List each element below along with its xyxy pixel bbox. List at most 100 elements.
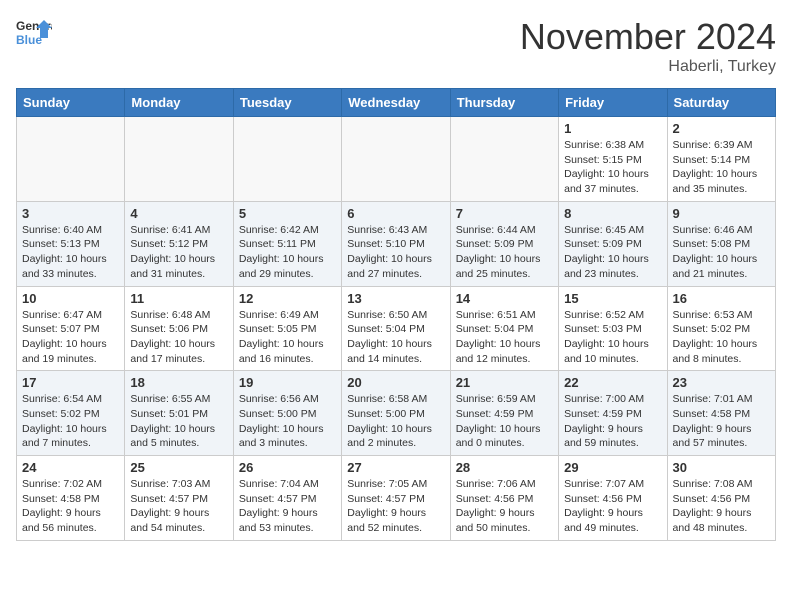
header-saturday: Saturday	[667, 89, 775, 117]
calendar-cell: 18 Sunrise: 6:55 AM Sunset: 5:01 PM Dayli…	[125, 371, 233, 456]
calendar-cell: 11 Sunrise: 6:48 AM Sunset: 5:06 PM Dayli…	[125, 286, 233, 371]
day-number: 19	[239, 375, 336, 390]
day-info: Sunrise: 6:50 AM Sunset: 5:04 PM Dayligh…	[347, 308, 444, 367]
week-row-1: 1Sunrise: 6:38 AM Sunset: 5:15 PM Daylig…	[17, 117, 776, 202]
week-row-4: 17Sunrise: 6:54 AM Sunset: 5:02 PM Dayli…	[17, 371, 776, 456]
day-info: Sunrise: 6:49 AM Sunset: 5:05 PM Dayligh…	[239, 308, 336, 367]
week-row-2: 3Sunrise: 6:40 AM Sunset: 5:13 PM Daylig…	[17, 201, 776, 286]
calendar-cell: 17Sunrise: 6:54 AM Sunset: 5:02 PM Dayli…	[17, 371, 125, 456]
calendar-cell: 2Sunrise: 6:39 AM Sunset: 5:14 PM Daylig…	[667, 117, 775, 202]
day-info: Sunrise: 6:41 AM Sunset: 5:12 PM Dayligh…	[130, 223, 227, 282]
calendar-cell	[233, 117, 341, 202]
title-section: November 2024 Haberli, Turkey	[520, 16, 776, 76]
day-info: Sunrise: 7:05 AM Sunset: 4:57 PM Dayligh…	[347, 477, 444, 536]
day-number: 18	[130, 375, 227, 390]
calendar-cell: 28 Sunrise: 7:06 AM Sunset: 4:56 PM Dayli…	[450, 456, 558, 541]
calendar-cell: 25 Sunrise: 7:03 AM Sunset: 4:57 PM Dayli…	[125, 456, 233, 541]
day-info: Sunrise: 6:52 AM Sunset: 5:03 PM Dayligh…	[564, 308, 661, 367]
day-info: Sunrise: 7:02 AM Sunset: 4:58 PM Dayligh…	[22, 477, 119, 536]
day-number: 29	[564, 460, 661, 475]
day-number: 10	[22, 291, 119, 306]
day-number: 22	[564, 375, 661, 390]
calendar-cell: 29 Sunrise: 7:07 AM Sunset: 4:56 PM Dayli…	[559, 456, 667, 541]
weekday-header-row: Sunday Monday Tuesday Wednesday Thursday…	[17, 89, 776, 117]
day-number: 15	[564, 291, 661, 306]
calendar-cell: 6 Sunrise: 6:43 AM Sunset: 5:10 PM Daylig…	[342, 201, 450, 286]
calendar-cell: 22 Sunrise: 7:00 AM Sunset: 4:59 PM Dayli…	[559, 371, 667, 456]
day-number: 3	[22, 206, 119, 221]
day-info: Sunrise: 7:00 AM Sunset: 4:59 PM Dayligh…	[564, 392, 661, 451]
calendar-cell: 5 Sunrise: 6:42 AM Sunset: 5:11 PM Daylig…	[233, 201, 341, 286]
calendar-cell: 16 Sunrise: 6:53 AM Sunset: 5:02 PM Dayli…	[667, 286, 775, 371]
day-info: Sunrise: 6:58 AM Sunset: 5:00 PM Dayligh…	[347, 392, 444, 451]
calendar-cell: 4 Sunrise: 6:41 AM Sunset: 5:12 PM Daylig…	[125, 201, 233, 286]
day-number: 26	[239, 460, 336, 475]
day-info: Sunrise: 6:39 AM Sunset: 5:14 PM Dayligh…	[673, 138, 770, 197]
day-info: Sunrise: 6:56 AM Sunset: 5:00 PM Dayligh…	[239, 392, 336, 451]
calendar-cell: 15 Sunrise: 6:52 AM Sunset: 5:03 PM Dayli…	[559, 286, 667, 371]
day-number: 28	[456, 460, 553, 475]
day-number: 6	[347, 206, 444, 221]
logo-svg: General Blue	[16, 16, 52, 52]
week-row-5: 24Sunrise: 7:02 AM Sunset: 4:58 PM Dayli…	[17, 456, 776, 541]
day-info: Sunrise: 7:06 AM Sunset: 4:56 PM Dayligh…	[456, 477, 553, 536]
header: General Blue November 2024 Haberli, Turk…	[16, 16, 776, 76]
day-number: 25	[130, 460, 227, 475]
header-sunday: Sunday	[17, 89, 125, 117]
day-number: 12	[239, 291, 336, 306]
day-info: Sunrise: 6:54 AM Sunset: 5:02 PM Dayligh…	[22, 392, 119, 451]
calendar-cell: 30 Sunrise: 7:08 AM Sunset: 4:56 PM Dayli…	[667, 456, 775, 541]
calendar-title: November 2024	[520, 16, 776, 58]
calendar-subtitle: Haberli, Turkey	[520, 58, 776, 76]
day-number: 27	[347, 460, 444, 475]
calendar-cell	[450, 117, 558, 202]
day-info: Sunrise: 6:59 AM Sunset: 4:59 PM Dayligh…	[456, 392, 553, 451]
header-tuesday: Tuesday	[233, 89, 341, 117]
day-number: 4	[130, 206, 227, 221]
day-number: 7	[456, 206, 553, 221]
day-number: 11	[130, 291, 227, 306]
day-info: Sunrise: 6:43 AM Sunset: 5:10 PM Dayligh…	[347, 223, 444, 282]
day-number: 5	[239, 206, 336, 221]
calendar-cell: 12 Sunrise: 6:49 AM Sunset: 5:05 PM Dayli…	[233, 286, 341, 371]
day-number: 16	[673, 291, 770, 306]
day-info: Sunrise: 6:47 AM Sunset: 5:07 PM Dayligh…	[22, 308, 119, 367]
day-number: 8	[564, 206, 661, 221]
day-info: Sunrise: 6:48 AM Sunset: 5:06 PM Dayligh…	[130, 308, 227, 367]
calendar-cell: 24Sunrise: 7:02 AM Sunset: 4:58 PM Dayli…	[17, 456, 125, 541]
day-number: 30	[673, 460, 770, 475]
calendar-table: Sunday Monday Tuesday Wednesday Thursday…	[16, 88, 776, 541]
calendar-cell: 27 Sunrise: 7:05 AM Sunset: 4:57 PM Dayli…	[342, 456, 450, 541]
calendar-cell: 13 Sunrise: 6:50 AM Sunset: 5:04 PM Dayli…	[342, 286, 450, 371]
header-wednesday: Wednesday	[342, 89, 450, 117]
day-number: 9	[673, 206, 770, 221]
day-info: Sunrise: 6:42 AM Sunset: 5:11 PM Dayligh…	[239, 223, 336, 282]
day-info: Sunrise: 7:03 AM Sunset: 4:57 PM Dayligh…	[130, 477, 227, 536]
header-thursday: Thursday	[450, 89, 558, 117]
day-info: Sunrise: 6:45 AM Sunset: 5:09 PM Dayligh…	[564, 223, 661, 282]
day-info: Sunrise: 7:07 AM Sunset: 4:56 PM Dayligh…	[564, 477, 661, 536]
day-number: 1	[564, 121, 661, 136]
calendar-cell	[342, 117, 450, 202]
calendar-cell: 21 Sunrise: 6:59 AM Sunset: 4:59 PM Dayli…	[450, 371, 558, 456]
day-number: 21	[456, 375, 553, 390]
day-info: Sunrise: 6:53 AM Sunset: 5:02 PM Dayligh…	[673, 308, 770, 367]
day-info: Sunrise: 7:01 AM Sunset: 4:58 PM Dayligh…	[673, 392, 770, 451]
day-info: Sunrise: 7:04 AM Sunset: 4:57 PM Dayligh…	[239, 477, 336, 536]
day-info: Sunrise: 7:08 AM Sunset: 4:56 PM Dayligh…	[673, 477, 770, 536]
calendar-cell: 26 Sunrise: 7:04 AM Sunset: 4:57 PM Dayli…	[233, 456, 341, 541]
calendar-cell	[17, 117, 125, 202]
svg-text:Blue: Blue	[16, 33, 42, 47]
calendar-cell: 1Sunrise: 6:38 AM Sunset: 5:15 PM Daylig…	[559, 117, 667, 202]
calendar-cell: 19 Sunrise: 6:56 AM Sunset: 5:00 PM Dayli…	[233, 371, 341, 456]
day-number: 13	[347, 291, 444, 306]
calendar-cell: 14Sunrise: 6:51 AM Sunset: 5:04 PM Dayli…	[450, 286, 558, 371]
calendar-cell: 8 Sunrise: 6:45 AM Sunset: 5:09 PM Daylig…	[559, 201, 667, 286]
calendar-cell: 10 Sunrise: 6:47 AM Sunset: 5:07 PM Dayli…	[17, 286, 125, 371]
calendar-cell: 9Sunrise: 6:46 AM Sunset: 5:08 PM Daylig…	[667, 201, 775, 286]
calendar-cell	[125, 117, 233, 202]
header-monday: Monday	[125, 89, 233, 117]
logo: General Blue	[16, 16, 52, 52]
calendar-cell: 20Sunrise: 6:58 AM Sunset: 5:00 PM Dayli…	[342, 371, 450, 456]
day-info: Sunrise: 6:55 AM Sunset: 5:01 PM Dayligh…	[130, 392, 227, 451]
